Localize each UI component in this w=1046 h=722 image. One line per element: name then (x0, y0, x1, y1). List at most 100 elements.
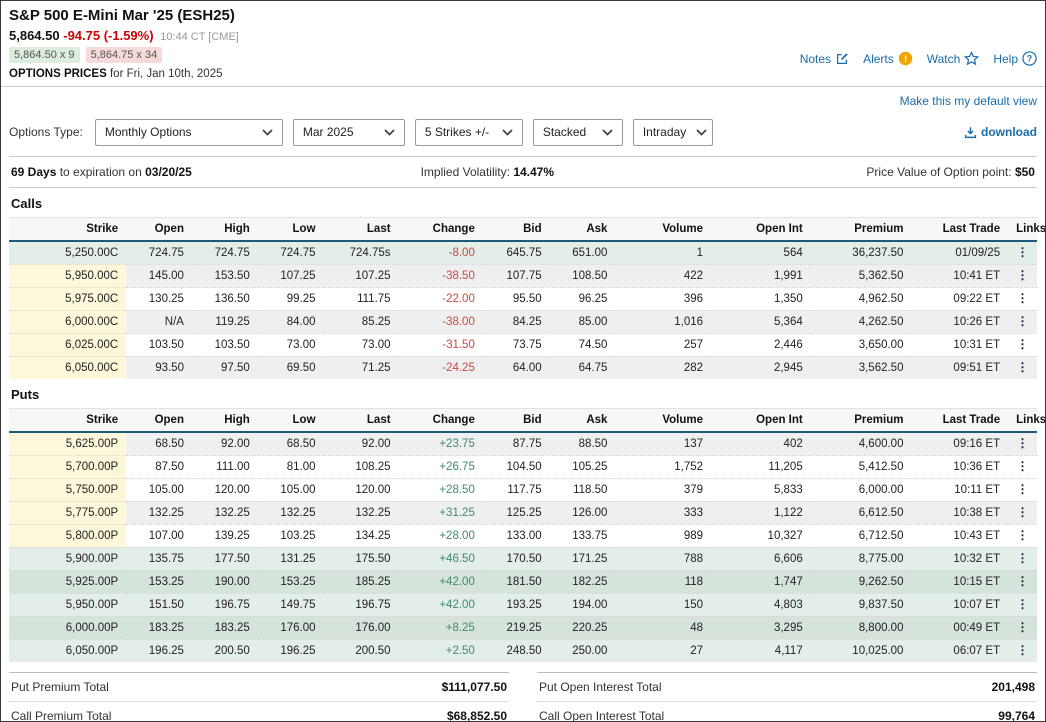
column-header-bid: Bid (483, 217, 550, 241)
row-links-menu-icon[interactable]: ⋮ (1017, 268, 1029, 282)
bid-cell: 645.75 (483, 241, 550, 265)
volume-cell: 788 (615, 547, 711, 570)
help-link[interactable]: Help ? (993, 51, 1037, 66)
open-int-cell: 1,122 (711, 501, 811, 524)
strike-cell: 5,900.00P (9, 547, 126, 570)
open-int-cell: 10,327 (711, 524, 811, 547)
column-header-bid: Bid (483, 408, 550, 432)
row-links-menu-icon[interactable]: ⋮ (1017, 482, 1029, 496)
ask-cell: 250.00 (550, 639, 616, 662)
change-cell: -38.00 (399, 310, 483, 333)
edit-note-icon (835, 52, 849, 66)
watch-link[interactable]: Watch (927, 51, 980, 66)
row-links-menu-icon[interactable]: ⋮ (1017, 245, 1029, 259)
open-cell: N/A (126, 310, 192, 333)
select-value: Mar 2025 (303, 125, 354, 139)
option-row: 6,000.00CN/A119.2584.0085.25-38.0084.258… (9, 310, 1037, 333)
volume-cell: 1,016 (615, 310, 711, 333)
row-links-menu-icon[interactable]: ⋮ (1017, 337, 1029, 351)
alerts-link[interactable]: Alerts ! (863, 51, 913, 66)
last-trade-cell: 10:41 ET (911, 264, 1008, 287)
links-cell: ⋮ (1008, 455, 1037, 478)
open-cell: 103.50 (126, 333, 192, 356)
high-cell: 183.25 (192, 616, 258, 639)
strike-cell: 6,000.00P (9, 616, 126, 639)
strike-cell: 5,700.00P (9, 455, 126, 478)
row-links-menu-icon[interactable]: ⋮ (1017, 551, 1029, 565)
select-stacked[interactable]: Stacked (533, 119, 623, 146)
volume-cell: 118 (615, 570, 711, 593)
strike-cell: 5,750.00P (9, 478, 126, 501)
change-cell: +46.50 (399, 547, 483, 570)
last-cell: 107.25 (324, 264, 399, 287)
last-trade-cell: 09:51 ET (911, 356, 1008, 379)
bid-cell: 95.50 (483, 287, 550, 310)
make-default-view-link[interactable]: Make this my default view (900, 94, 1037, 108)
column-header-low: Low (258, 408, 324, 432)
ask-cell: 85.00 (550, 310, 616, 333)
row-links-menu-icon[interactable]: ⋮ (1017, 436, 1029, 450)
high-cell: 103.50 (192, 333, 258, 356)
change-cell: -31.50 (399, 333, 483, 356)
option-row: 5,700.00P87.50111.0081.00108.25+26.75104… (9, 455, 1037, 478)
row-links-menu-icon[interactable]: ⋮ (1017, 620, 1029, 634)
options-prices-page: S&P 500 E-Mini Mar '25 (ESH25) 5,864.50 … (0, 0, 1046, 722)
svg-text:!: ! (904, 54, 907, 64)
select-monthly-options[interactable]: Monthly Options (95, 119, 283, 146)
low-cell: 724.75 (258, 241, 324, 265)
change-cell: -22.00 (399, 287, 483, 310)
low-cell: 84.00 (258, 310, 324, 333)
row-links-menu-icon[interactable]: ⋮ (1017, 597, 1029, 611)
column-header-strike: Strike (9, 408, 126, 432)
price-value-of-point: Price Value of Option point: $50 (728, 165, 1035, 179)
subtitle-bold: OPTIONS PRICES (9, 68, 107, 80)
bid-cell: 117.75 (483, 478, 550, 501)
row-links-menu-icon[interactable]: ⋮ (1017, 314, 1029, 328)
ask-cell: 108.50 (550, 264, 616, 287)
row-links-menu-icon[interactable]: ⋮ (1017, 505, 1029, 519)
last-trade-cell: 10:31 ET (911, 333, 1008, 356)
notes-link[interactable]: Notes (800, 52, 849, 66)
links-cell: ⋮ (1008, 287, 1037, 310)
last-cell: 85.25 (324, 310, 399, 333)
option-row: 6,025.00C103.50103.5073.0073.00-31.5073.… (9, 333, 1037, 356)
open-cell: 93.50 (126, 356, 192, 379)
open-int-cell: 2,945 (711, 356, 811, 379)
open-int-cell: 4,803 (711, 593, 811, 616)
summary-value: $68,852.50 (334, 701, 509, 722)
column-header-last: Last (324, 408, 399, 432)
links-cell: ⋮ (1008, 241, 1037, 265)
bid-cell: 73.75 (483, 333, 550, 356)
row-links-menu-icon[interactable]: ⋮ (1017, 459, 1029, 473)
last-cell: 73.00 (324, 333, 399, 356)
option-row: 5,950.00P151.50196.75149.75196.75+42.001… (9, 593, 1037, 616)
row-links-menu-icon[interactable]: ⋮ (1017, 528, 1029, 542)
select-5-strikes-[interactable]: 5 Strikes +/- (415, 119, 523, 146)
change-cell: +28.50 (399, 478, 483, 501)
last-trade-cell: 00:49 ET (911, 616, 1008, 639)
row-links-menu-icon[interactable]: ⋮ (1017, 574, 1029, 588)
star-icon (964, 51, 979, 66)
last-cell: 175.50 (324, 547, 399, 570)
last-cell: 196.75 (324, 593, 399, 616)
summary-row: Put Open Interest Total201,498 (537, 672, 1037, 701)
open-int-cell: 1,350 (711, 287, 811, 310)
links-cell: ⋮ (1008, 432, 1037, 456)
row-links-menu-icon[interactable]: ⋮ (1017, 360, 1029, 374)
select-value: Monthly Options (105, 125, 192, 139)
open-int-cell: 11,205 (711, 455, 811, 478)
row-links-menu-icon[interactable]: ⋮ (1017, 291, 1029, 305)
column-header-open-int: Open Int (711, 217, 811, 241)
high-cell: 153.50 (192, 264, 258, 287)
select-mar-2025[interactable]: Mar 2025 (293, 119, 405, 146)
download-button[interactable]: download (964, 125, 1037, 139)
ask-cell: 220.25 (550, 616, 616, 639)
premium-cell: 4,962.50 (811, 287, 912, 310)
bid-cell: 219.25 (483, 616, 550, 639)
row-links-menu-icon[interactable]: ⋮ (1017, 643, 1029, 657)
select-intraday[interactable]: Intraday (633, 119, 713, 146)
chevron-down-icon (262, 129, 273, 136)
low-cell: 103.25 (258, 524, 324, 547)
calls-section-title: Calls (9, 188, 1037, 217)
strike-cell: 5,925.00P (9, 570, 126, 593)
